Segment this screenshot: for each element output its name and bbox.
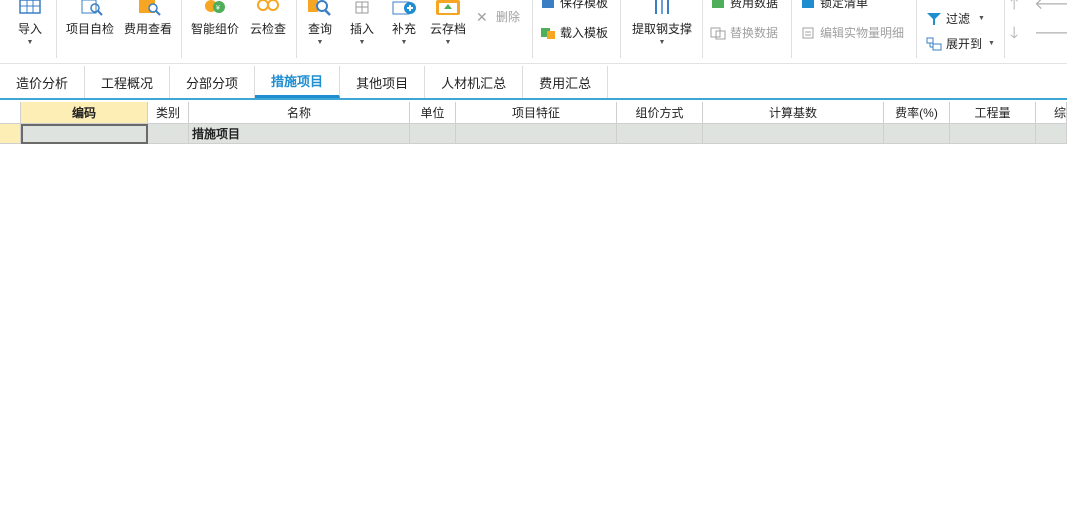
chevron-down-icon: ▼ <box>400 39 408 46</box>
move-down-button[interactable]: 🡓 <box>1010 22 1018 49</box>
base-cell[interactable] <box>703 124 884 144</box>
expand-to-button[interactable]: 展开到 ▼ <box>926 35 995 52</box>
name-cell[interactable]: 措施项目 <box>189 124 410 144</box>
tab-cost-analysis[interactable]: 造价分析 <box>0 66 86 98</box>
arrow-left-icon: 🡐 <box>1034 0 1067 13</box>
chevron-down-icon: ▼ <box>316 39 324 46</box>
query-button[interactable]: 查询 ▼ <box>304 0 336 47</box>
column-header-feature[interactable]: 项目特征 <box>456 102 617 124</box>
tab-sub-items[interactable]: 分部分项 <box>170 66 256 98</box>
fee-data-icon <box>710 0 726 10</box>
lock-list-button[interactable]: 锁定清单 <box>800 0 868 11</box>
extract-steel-button[interactable]: 提取钢支撑 ▼ <box>628 0 696 47</box>
smart-price-button[interactable]: ¥ 智能组价 <box>189 0 241 37</box>
fee-view-button[interactable]: 费用查看 <box>122 0 174 37</box>
composite-cell[interactable] <box>1036 124 1067 144</box>
import-icon <box>15 0 45 16</box>
load-template-button[interactable]: 载入模板 <box>540 24 608 41</box>
chevron-down-icon: ▼ <box>988 40 995 47</box>
edit-detail-button[interactable]: 编辑实物量明细 <box>800 24 904 41</box>
filter-button[interactable]: 过滤 ▼ <box>926 10 985 27</box>
ribbon-separator <box>916 0 917 58</box>
column-header-name[interactable]: 名称 <box>189 102 410 124</box>
column-header-code[interactable]: 编码 <box>21 102 148 124</box>
chevron-down-icon: ▼ <box>358 39 366 46</box>
column-header-pricing[interactable]: 组价方式 <box>617 102 703 124</box>
arrow-up-icon: 🡑 <box>1010 0 1019 13</box>
table-header-row: 编码 类别 名称 单位 项目特征 组价方式 计算基数 费率(%) 工程量 综 <box>0 102 1067 124</box>
move-left-button[interactable]: 🡐 <box>1034 0 1067 14</box>
load-template-icon <box>540 26 556 40</box>
unit-cell[interactable] <box>410 124 456 144</box>
ribbon-toolbar: 导入 ▼ 项目自检 费用查看 ¥ 智能组价 云检查 查询 ▼ 插入 ▼ 补充 ▼… <box>0 0 1067 64</box>
category-cell[interactable] <box>148 124 189 144</box>
lock-icon <box>800 0 816 10</box>
quantity-cell[interactable] <box>950 124 1036 144</box>
fee-data-button[interactable]: 费用数据 <box>710 0 778 11</box>
replace-data-button[interactable]: 替换数据 <box>710 24 778 41</box>
insert-button[interactable]: 插入 ▼ <box>346 0 378 47</box>
tab-other-items[interactable]: 其他项目 <box>340 66 426 98</box>
arrow-down-icon: 🡓 <box>1010 25 1019 42</box>
self-check-button[interactable]: 项目自检 <box>64 0 116 37</box>
ribbon-separator <box>181 0 182 58</box>
column-header-quantity[interactable]: 工程量 <box>950 102 1036 124</box>
fee-view-icon <box>133 0 163 16</box>
row-number-header <box>0 102 21 124</box>
ribbon-separator <box>532 0 533 58</box>
cloud-check-icon <box>253 0 283 16</box>
cloud-upload-icon <box>433 0 463 16</box>
search-icon <box>305 0 335 16</box>
add-icon <box>389 0 419 16</box>
ribbon-separator <box>56 0 57 58</box>
table-row[interactable]: 措施项目 <box>0 124 1067 144</box>
ribbon-separator <box>702 0 703 58</box>
tab-bar: 造价分析 工程概况 分部分项 措施项目 其他项目 人材机汇总 费用汇总 <box>0 66 1067 100</box>
close-icon: ✕ <box>476 8 488 25</box>
ribbon-separator <box>1004 0 1005 58</box>
cloud-check-button[interactable]: 云检查 <box>246 0 290 37</box>
chevron-down-icon: ▼ <box>444 39 452 46</box>
expand-icon <box>926 37 942 51</box>
self-check-icon <box>75 0 105 16</box>
import-button[interactable]: 导入 ▼ <box>14 0 46 47</box>
tab-measures[interactable]: 措施项目 <box>255 66 341 98</box>
ribbon-separator <box>296 0 297 58</box>
pricing-cell[interactable] <box>617 124 703 144</box>
measures-table: 编码 类别 名称 单位 项目特征 组价方式 计算基数 费率(%) 工程量 综 措… <box>0 102 1067 144</box>
column-header-unit[interactable]: 单位 <box>410 102 456 124</box>
column-header-base[interactable]: 计算基数 <box>703 102 884 124</box>
column-header-rate[interactable]: 费率(%) <box>884 102 950 124</box>
replace-data-icon <box>710 26 726 40</box>
cloud-archive-button[interactable]: 云存档 ▼ <box>428 0 468 47</box>
ribbon-separator <box>620 0 621 58</box>
save-template-icon <box>540 0 556 10</box>
tab-labor-material-summary[interactable]: 人材机汇总 <box>425 66 524 98</box>
steel-support-icon <box>647 0 677 16</box>
smart-price-icon: ¥ <box>200 0 230 16</box>
tab-project-overview[interactable]: 工程概况 <box>85 66 171 98</box>
tab-fee-summary[interactable]: 费用汇总 <box>523 66 609 98</box>
column-header-category[interactable]: 类别 <box>148 102 189 124</box>
rate-cell[interactable] <box>884 124 950 144</box>
code-cell[interactable] <box>21 124 148 144</box>
column-header-composite[interactable]: 综 <box>1036 102 1067 124</box>
delete-button[interactable]: ✕ 删除 <box>476 8 520 25</box>
chevron-down-icon: ▼ <box>26 39 34 46</box>
feature-cell[interactable] <box>456 124 617 144</box>
edit-detail-icon <box>800 26 816 40</box>
save-template-button[interactable]: 保存模板 <box>540 0 608 11</box>
svg-text:¥: ¥ <box>216 5 220 12</box>
chevron-down-icon: ▼ <box>658 39 666 46</box>
move-right-button[interactable]: 🡒 <box>1034 22 1067 43</box>
filter-icon <box>926 12 942 26</box>
arrow-right-icon: 🡒 <box>1034 25 1067 42</box>
chevron-down-icon: ▼ <box>978 15 985 22</box>
row-number-cell[interactable] <box>0 124 21 144</box>
insert-icon <box>347 0 377 16</box>
ribbon-separator <box>791 0 792 58</box>
move-up-button[interactable]: 🡑 <box>1010 0 1018 20</box>
supplement-button[interactable]: 补充 ▼ <box>388 0 420 47</box>
